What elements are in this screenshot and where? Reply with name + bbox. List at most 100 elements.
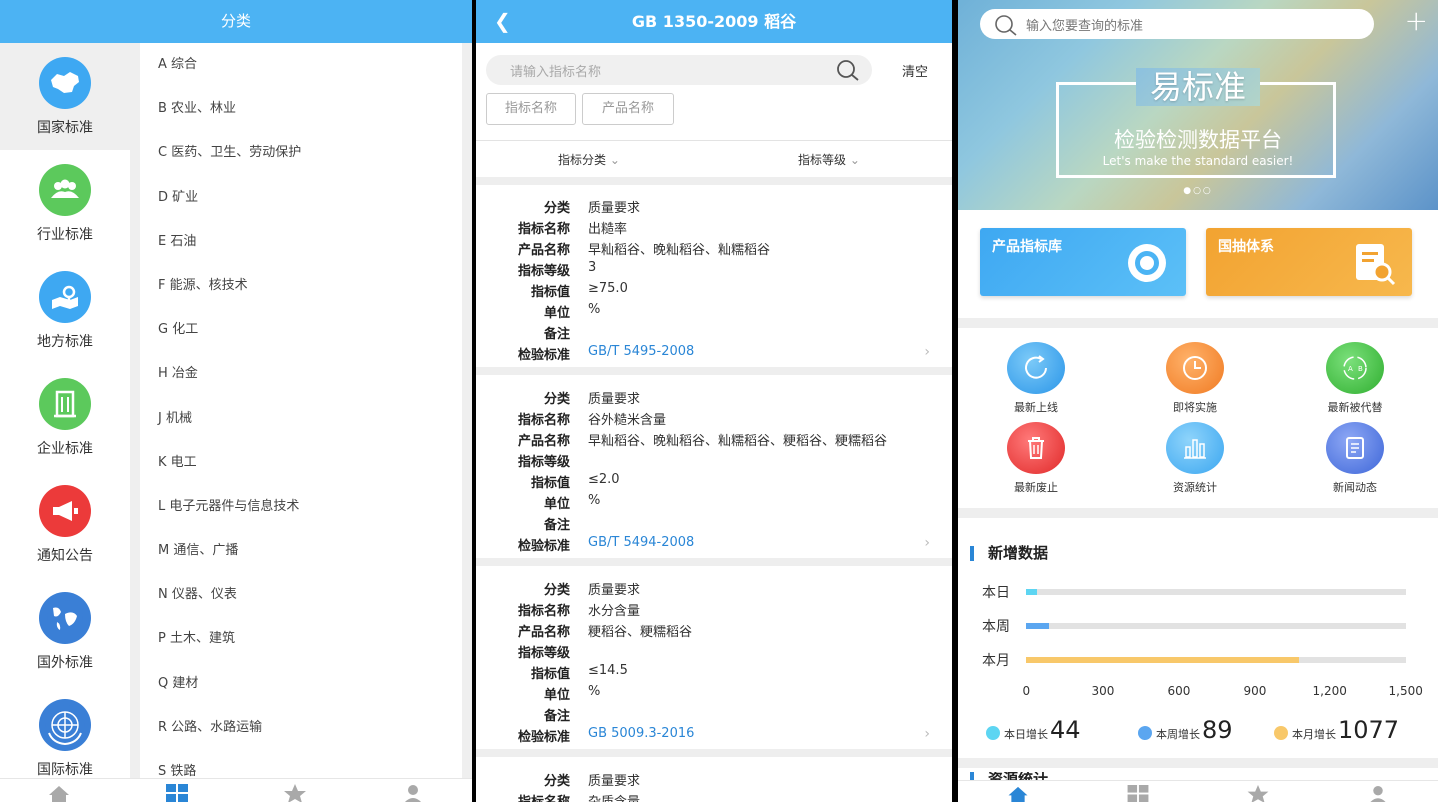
field-value: % bbox=[588, 684, 601, 699]
field-value: 出糙率 bbox=[588, 222, 628, 237]
field-label: 指标值 bbox=[530, 667, 570, 682]
field-label: 指标值 bbox=[530, 476, 570, 491]
list-item[interactable]: C 医药、卫生、劳动保护 bbox=[140, 131, 462, 175]
clear-button[interactable]: 清空 bbox=[902, 61, 928, 80]
upcoming-implementation-button[interactable]: 即将实施 bbox=[1135, 342, 1255, 415]
sidebar-item-label: 国外标准 bbox=[37, 654, 93, 671]
building-icon bbox=[39, 377, 91, 430]
add-icon[interactable]: + bbox=[1405, 4, 1428, 37]
star-icon[interactable] bbox=[1246, 785, 1270, 802]
field-label: 产品名称 bbox=[517, 243, 570, 258]
sidebar-item-enterprise[interactable]: 企业标准 bbox=[0, 364, 130, 471]
national-sampling-system-button[interactable]: 国抽体系 bbox=[1206, 228, 1412, 296]
sidebar-item-local[interactable]: 地方标准 bbox=[0, 257, 130, 364]
standard-detail-screen: ❮ GB 1350-2009 稻谷 请输入指标名称 清空 指标名称 产品名称 指… bbox=[476, 0, 952, 802]
user-icon[interactable] bbox=[401, 784, 425, 802]
list-item[interactable]: R 公路、水路运输 bbox=[140, 706, 462, 750]
list-item[interactable]: B 农业、林业 bbox=[140, 87, 462, 131]
list-item[interactable]: D 矿业 bbox=[140, 176, 462, 220]
search-input[interactable]: 请输入指标名称 bbox=[486, 55, 872, 85]
list-item[interactable]: J 机械 bbox=[140, 397, 462, 441]
field-value: 早籼稻谷、晚籼稻谷、籼糯稻谷、粳稻谷、粳糯稻谷 bbox=[588, 434, 888, 449]
legend-dot bbox=[1274, 726, 1288, 740]
legend-item-week: 本周增长 89 bbox=[1138, 716, 1233, 744]
field-label: 指标名称 bbox=[517, 413, 570, 428]
field-label: 产品名称 bbox=[517, 434, 570, 449]
list-item[interactable]: E 石油 bbox=[140, 220, 462, 264]
latest-abolished-button[interactable]: 最新废止 bbox=[976, 422, 1096, 495]
divider bbox=[476, 749, 952, 757]
megaphone-icon bbox=[39, 484, 91, 537]
latest-online-button[interactable]: 最新上线 bbox=[976, 342, 1096, 415]
field-row: 指标等级 bbox=[476, 640, 952, 661]
people-group-icon bbox=[39, 163, 91, 216]
field-row: 分类 质量要求 bbox=[476, 195, 952, 216]
record-card[interactable]: 分类 质量要求 指标名称 出糙率 产品名称 早籼稻谷、晚籼稻谷、籼糯稻谷 指标等级 3 … bbox=[476, 185, 952, 367]
sidebar-item-notice[interactable]: 通知公告 bbox=[0, 471, 130, 578]
banner-carousel[interactable]: 输入您要查询的标准 + 易标准 检验检测数据平台 Let's make the … bbox=[958, 0, 1438, 210]
grid-icon[interactable] bbox=[1126, 785, 1150, 802]
record-card[interactable]: 分类 质量要求 指标名称 谷外糙米含量 产品名称 早籼稻谷、晚籼稻谷、籼糯稻谷、粳稻谷… bbox=[476, 375, 952, 558]
filter-category[interactable]: 指标分类 ⌄ bbox=[558, 151, 620, 168]
field-row: 产品名称 早籼稻谷、晚籼稻谷、籼糯稻谷、粳稻谷、粳糯稻谷 bbox=[476, 428, 952, 449]
sidebar-item-foreign[interactable]: 国外标准 bbox=[0, 578, 130, 685]
standard-link[interactable]: GB/T 5495-2008 bbox=[588, 344, 694, 359]
field-row: 单位% bbox=[476, 491, 952, 512]
grid-icon[interactable] bbox=[165, 784, 189, 802]
record-card[interactable]: 分类 质量要求 指标名称 杂质含量 bbox=[476, 757, 952, 802]
bar-month bbox=[1026, 657, 1299, 663]
field-row: 分类 质量要求 bbox=[476, 386, 952, 407]
filter-label: 指标分类 bbox=[558, 153, 607, 167]
sidebar-item-international[interactable]: 国际标准 bbox=[0, 685, 130, 792]
legend-label: 本周增长 bbox=[1156, 728, 1200, 741]
legend-dot bbox=[1138, 726, 1152, 740]
list-item[interactable]: N 仪器、仪表 bbox=[140, 573, 462, 617]
list-item[interactable]: Q 建材 bbox=[140, 662, 462, 706]
field-value: 水分含量 bbox=[588, 604, 641, 619]
field-label: 备注 bbox=[543, 709, 570, 724]
back-arrow-icon[interactable]: ❮ bbox=[494, 0, 511, 43]
list-item[interactable]: K 电工 bbox=[140, 441, 462, 485]
sidebar-item-industry[interactable]: 行业标准 bbox=[0, 150, 130, 257]
home-icon[interactable] bbox=[47, 784, 71, 802]
filter-level[interactable]: 指标等级 ⌄ bbox=[798, 151, 860, 168]
chip-product-name[interactable]: 产品名称 bbox=[582, 93, 674, 125]
list-item[interactable]: H 冶金 bbox=[140, 352, 462, 396]
resource-statistics-button[interactable]: 资源统计 bbox=[1135, 422, 1255, 495]
divider bbox=[476, 367, 952, 375]
list-item[interactable]: L 电子元器件与信息技术 bbox=[140, 485, 462, 529]
latest-replaced-button[interactable]: AB 最新被代替 bbox=[1295, 342, 1415, 415]
standard-link[interactable]: GB/T 5494-2008 bbox=[588, 535, 694, 550]
sidebar-item-label: 通知公告 bbox=[37, 547, 93, 564]
list-item[interactable]: A 综合 bbox=[140, 43, 462, 87]
field-label: 备注 bbox=[543, 327, 570, 342]
x-tick-label: 300 bbox=[1091, 684, 1115, 698]
record-card[interactable]: 分类 质量要求 指标名称 水分含量 产品名称 粳稻谷、粳糯稻谷 指标等级 指标值 ≤14… bbox=[476, 566, 952, 749]
legend-item-month: 本月增长 1077 bbox=[1274, 716, 1399, 744]
list-item[interactable]: G 化工 bbox=[140, 308, 462, 352]
field-label: 指标等级 bbox=[517, 646, 570, 661]
sidebar-item-label: 企业标准 bbox=[37, 440, 93, 457]
home-screen: 输入您要查询的标准 + 易标准 检验检测数据平台 Let's make the … bbox=[958, 0, 1438, 802]
standard-link[interactable]: GB 5009.3-2016 bbox=[588, 726, 694, 741]
x-tick-label: 600 bbox=[1167, 684, 1191, 698]
feature-label: 国抽体系 bbox=[1218, 239, 1274, 255]
field-value: ≤2.0 bbox=[588, 472, 620, 487]
news-button[interactable]: 新闻动态 bbox=[1295, 422, 1415, 495]
chip-indicator-name[interactable]: 指标名称 bbox=[486, 93, 576, 125]
home-icon[interactable] bbox=[1006, 785, 1030, 802]
list-item[interactable]: F 能源、核技术 bbox=[140, 264, 462, 308]
product-indicator-library-button[interactable]: 产品指标库 bbox=[980, 228, 1186, 296]
field-row: 指标名称 水分含量 bbox=[476, 598, 952, 619]
star-icon[interactable] bbox=[283, 784, 307, 802]
field-value: 粳稻谷、粳糯稻谷 bbox=[588, 625, 693, 640]
field-label: 分类 bbox=[543, 583, 570, 598]
user-icon[interactable] bbox=[1366, 785, 1390, 802]
list-item[interactable]: M 通信、广播 bbox=[140, 529, 462, 573]
search-icon[interactable] bbox=[836, 59, 860, 85]
sidebar-item-national[interactable]: 国家标准 bbox=[0, 43, 130, 150]
field-row: 检验标准 GB/T 5495-2008 › bbox=[476, 342, 952, 363]
refresh-icon bbox=[1007, 342, 1065, 394]
list-item[interactable]: P 土木、建筑 bbox=[140, 617, 462, 661]
search-input[interactable]: 输入您要查询的标准 bbox=[980, 9, 1374, 39]
